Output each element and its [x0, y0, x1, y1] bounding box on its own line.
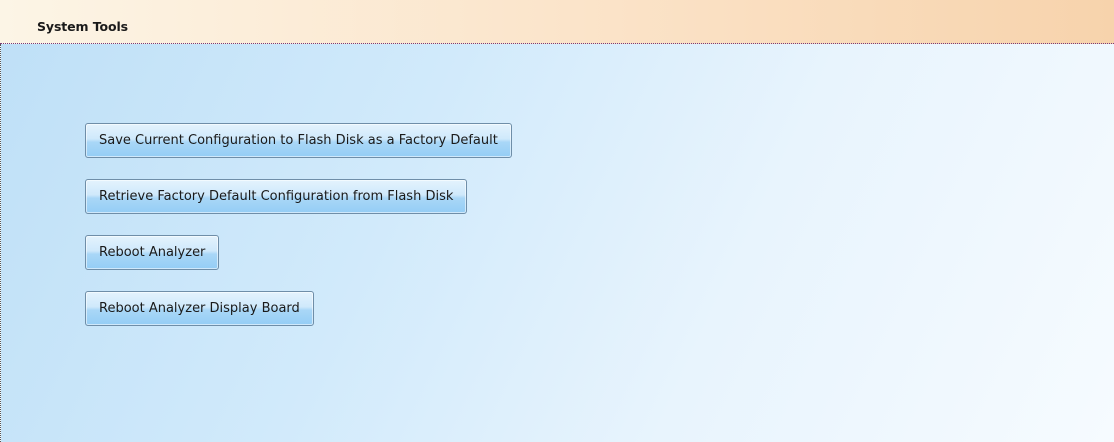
reboot-display-board-button[interactable]: Reboot Analyzer Display Board	[85, 291, 314, 326]
reboot-analyzer-button[interactable]: Reboot Analyzer	[85, 235, 220, 270]
panel-title: System Tools	[37, 19, 128, 34]
retrieve-factory-default-button[interactable]: Retrieve Factory Default Configuration f…	[85, 179, 468, 214]
system-tools-panel: System Tools Save Current Configuration …	[0, 0, 1114, 442]
panel-header: System Tools	[0, 0, 1114, 44]
save-config-to-flash-button[interactable]: Save Current Configuration to Flash Disk…	[85, 123, 512, 158]
panel-content: Save Current Configuration to Flash Disk…	[0, 44, 1114, 442]
